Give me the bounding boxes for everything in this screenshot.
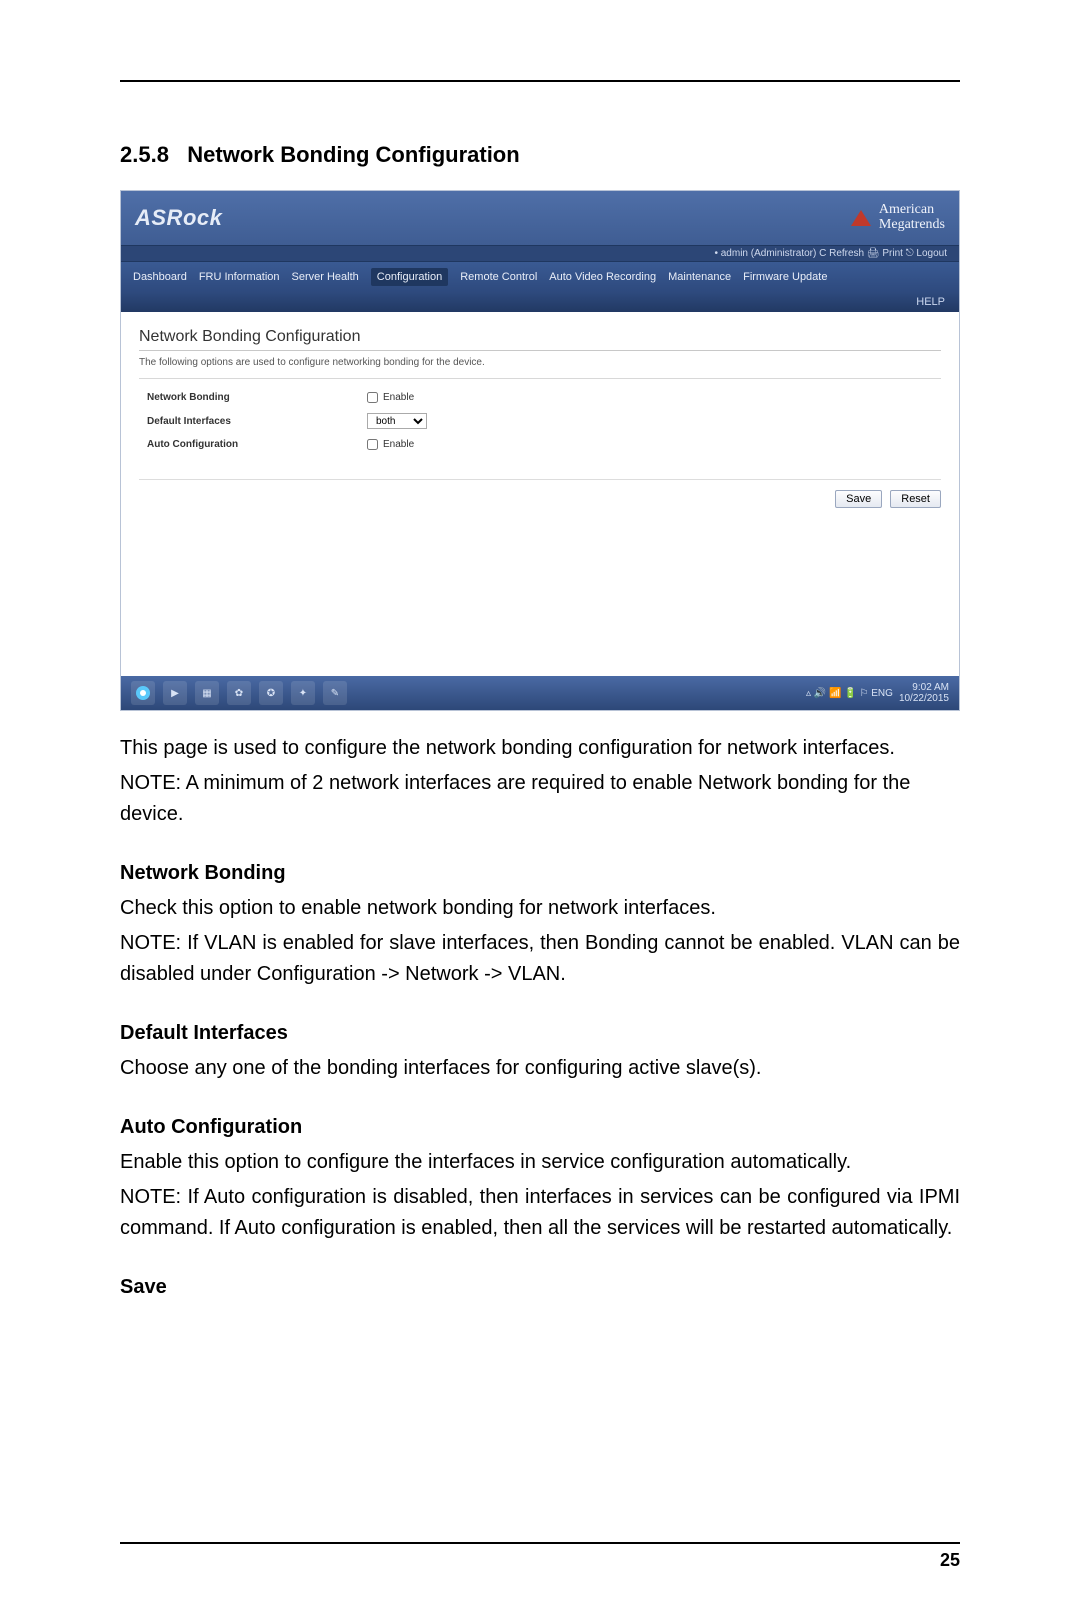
nav-bar: Dashboard FRU Information Server Health …	[121, 262, 959, 292]
taskbar-app-icon[interactable]: ✪	[259, 681, 283, 705]
checkbox-auto-configuration[interactable]	[367, 439, 378, 450]
taskbar-app-icon[interactable]: ▦	[195, 681, 219, 705]
top-rule	[120, 80, 960, 82]
brand-logo: ASRock	[135, 205, 222, 231]
taskbar-app-icon[interactable]: ✿	[227, 681, 251, 705]
footer-rule	[120, 1542, 960, 1544]
nav-dashboard[interactable]: Dashboard	[133, 271, 187, 283]
heading-auto-configuration: Auto Configuration	[120, 1112, 960, 1143]
app-header: ASRock American Megatrends	[121, 191, 959, 245]
status-bar: • admin (Administrator) C Refresh 🖨 Prin…	[121, 245, 959, 262]
nav-maintenance[interactable]: Maintenance	[668, 271, 731, 283]
taskbar-clock[interactable]: 9:02 AM 10/22/2015	[899, 682, 949, 704]
button-row: Save Reset	[139, 479, 941, 508]
nav-auto-video-recording[interactable]: Auto Video Recording	[549, 271, 656, 283]
taskbar-app-icon[interactable]: ✦	[291, 681, 315, 705]
taskbar-left: ▶ ▦ ✿ ✪ ✦ ✎	[131, 681, 347, 705]
nav-firmware-update[interactable]: Firmware Update	[743, 271, 827, 283]
default-interfaces-p: Choose any one of the bonding interfaces…	[120, 1053, 960, 1084]
manual-page: 2.5.8 Network Bonding Configuration ASRo…	[0, 0, 1080, 1619]
checkbox-autoconf-label: Enable	[383, 439, 414, 450]
section-title: Network Bonding Configuration	[187, 142, 519, 167]
intro-paragraph-1: This page is used to configure the netwo…	[120, 733, 960, 764]
taskbar-app-icon[interactable]: ▶	[163, 681, 187, 705]
start-button-icon[interactable]	[131, 681, 155, 705]
label-auto-configuration: Auto Configuration	[147, 439, 367, 450]
page-number: 25	[120, 1550, 960, 1571]
panel-description: The following options are used to config…	[139, 357, 941, 379]
auto-configuration-p1: Enable this option to configure the inte…	[120, 1147, 960, 1178]
auto-configuration-p2: NOTE: If Auto configuration is disabled,…	[120, 1182, 960, 1244]
embedded-screenshot: ASRock American Megatrends • admin (Admi…	[120, 190, 960, 711]
network-bonding-p1: Check this option to enable network bond…	[120, 893, 960, 924]
row-auto-configuration: Auto Configuration Enable	[139, 434, 941, 455]
select-default-interfaces[interactable]: both	[367, 413, 427, 429]
clock-time: 9:02 AM	[899, 682, 949, 693]
save-button[interactable]: Save	[835, 490, 882, 508]
intro-paragraph-2: NOTE: A minimum of 2 network interfaces …	[120, 768, 960, 830]
ami-line1: American	[879, 203, 945, 218]
tray-icons[interactable]: ▵ 🔊 📶 🔋 ⚐ ENG	[806, 688, 893, 699]
panel-title: Network Bonding Configuration	[139, 322, 941, 351]
windows-taskbar: ▶ ▦ ✿ ✪ ✦ ✎ ▵ 🔊 📶 🔋 ⚐ ENG 9:02 AM 10/22/…	[121, 676, 959, 710]
heading-default-interfaces: Default Interfaces	[120, 1018, 960, 1049]
network-bonding-p2: NOTE: If VLAN is enabled for slave inter…	[120, 928, 960, 990]
ami-line2: Megatrends	[879, 218, 945, 233]
nav-remote-control[interactable]: Remote Control	[460, 271, 537, 283]
row-network-bonding: Network Bonding Enable	[139, 387, 941, 408]
row-default-interfaces: Default Interfaces both	[139, 408, 941, 434]
help-link[interactable]: HELP	[916, 296, 945, 308]
reset-button[interactable]: Reset	[890, 490, 941, 508]
section-number: 2.5.8	[120, 142, 169, 167]
taskbar-app-icon[interactable]: ✎	[323, 681, 347, 705]
panel-spacer	[139, 508, 941, 658]
ami-logo: American Megatrends	[849, 203, 945, 232]
nav-configuration[interactable]: Configuration	[371, 268, 448, 286]
clock-date: 10/22/2015	[899, 693, 949, 704]
help-bar: HELP	[121, 292, 959, 312]
label-network-bonding: Network Bonding	[147, 392, 367, 403]
label-default-interfaces: Default Interfaces	[147, 416, 367, 427]
heading-save: Save	[120, 1272, 960, 1303]
document-body: This page is used to configure the netwo…	[120, 733, 960, 1303]
checkbox-bonding-label: Enable	[383, 392, 414, 403]
nav-fru-information[interactable]: FRU Information	[199, 271, 280, 283]
heading-network-bonding: Network Bonding	[120, 858, 960, 889]
taskbar-tray: ▵ 🔊 📶 🔋 ⚐ ENG 9:02 AM 10/22/2015	[806, 682, 949, 704]
nav-server-health[interactable]: Server Health	[292, 271, 359, 283]
page-footer: 25	[120, 1542, 960, 1571]
section-heading: 2.5.8 Network Bonding Configuration	[120, 142, 960, 168]
config-panel: Network Bonding Configuration The follow…	[121, 312, 959, 676]
ami-triangle-icon	[849, 208, 873, 228]
checkbox-network-bonding[interactable]	[367, 392, 378, 403]
